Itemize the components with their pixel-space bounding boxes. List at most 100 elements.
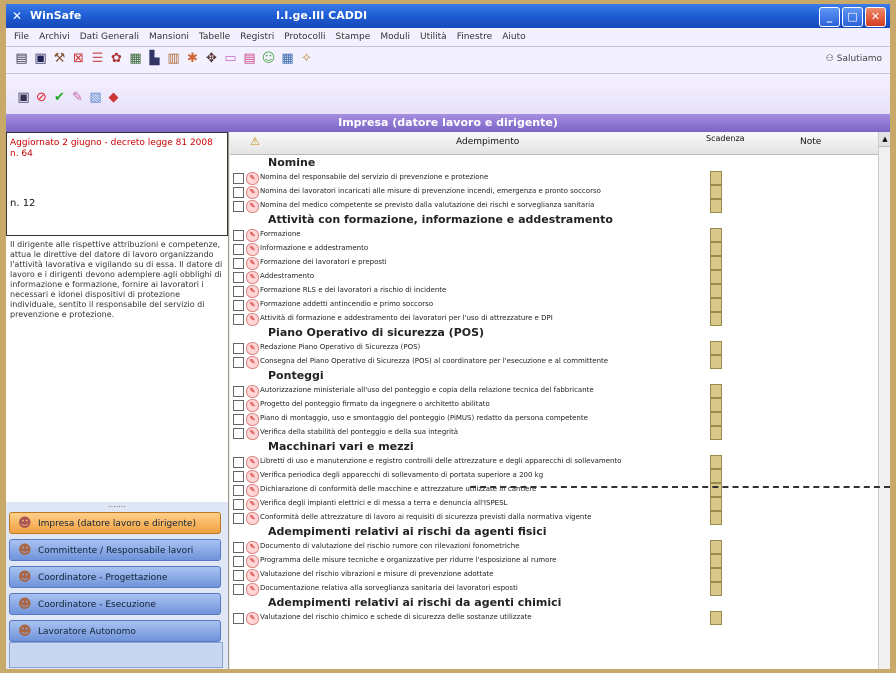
chart-icon[interactable]: ▙ — [147, 51, 162, 66]
document-icon[interactable] — [710, 355, 722, 369]
row-checkbox[interactable] — [233, 542, 244, 553]
stop-icon[interactable]: ⊘ — [34, 90, 49, 105]
checklist-row[interactable]: ✎ Programma delle misure tecniche e organ… — [230, 554, 878, 568]
row-checkbox[interactable] — [233, 357, 244, 368]
row-checkbox[interactable] — [233, 414, 244, 425]
checklist-row[interactable]: ✎ Redazione Piano Operativo di Sicurezza … — [230, 341, 878, 355]
menu-item[interactable]: File — [14, 32, 29, 42]
checklist-row[interactable]: ✎ Verifica periodica degli apparecchi di … — [230, 469, 878, 483]
checklist-row[interactable]: ✎ Nomina dei lavoratori incaricati alle m… — [230, 185, 878, 199]
document-icon[interactable] — [710, 412, 722, 426]
col-scadenza[interactable]: Scadenza — [706, 134, 745, 143]
document-icon[interactable]: ▥ — [166, 51, 181, 66]
document-icon[interactable] — [710, 540, 722, 554]
document-icon[interactable] — [710, 270, 722, 284]
row-checkbox[interactable] — [233, 258, 244, 269]
document-icon[interactable] — [710, 384, 722, 398]
save-icon[interactable]: ▣ — [33, 51, 48, 66]
checklist-row[interactable]: ✎ Verifica degli impianti elettrici e di … — [230, 497, 878, 511]
row-checkbox[interactable] — [233, 457, 244, 468]
checklist-row[interactable]: ✎ Formazione RLS e dei lavoratori a risch… — [230, 284, 878, 298]
row-checkbox[interactable] — [233, 201, 244, 212]
document-icon[interactable] — [710, 298, 722, 312]
col-note[interactable]: Note — [800, 137, 821, 147]
new-document-icon[interactable]: ▤ — [14, 51, 29, 66]
row-checkbox[interactable] — [233, 244, 244, 255]
checklist-row[interactable]: ✎ Autorizzazione ministeriale all'uso del… — [230, 384, 878, 398]
nav-item[interactable]: ☻ Coordinatore - Esecuzione — [9, 593, 221, 615]
row-checkbox[interactable] — [233, 499, 244, 510]
checklist-row[interactable]: ✎ Valutazione del rischio vibrazioni e mi… — [230, 568, 878, 582]
row-checkbox[interactable] — [233, 428, 244, 439]
menu-item[interactable]: Aiuto — [502, 32, 525, 42]
document-icon[interactable] — [710, 242, 722, 256]
close-button[interactable]: ✕ — [865, 7, 886, 27]
checklist-row[interactable]: ✎ Verifica della stabilità del ponteggio … — [230, 426, 878, 440]
row-checkbox[interactable] — [233, 230, 244, 241]
row-checkbox[interactable] — [233, 584, 244, 595]
document-icon[interactable] — [710, 426, 722, 440]
calendar-icon[interactable]: ▤ — [242, 51, 257, 66]
nav-item[interactable]: ☻ Committente / Responsabile lavori — [9, 539, 221, 561]
row-checkbox[interactable] — [233, 286, 244, 297]
menu-item[interactable]: Finestre — [457, 32, 493, 42]
star-icon[interactable]: ✱ — [185, 51, 200, 66]
col-adempimento[interactable]: Adempimento — [456, 137, 519, 147]
move-icon[interactable]: ✥ — [204, 51, 219, 66]
row-checkbox[interactable] — [233, 173, 244, 184]
menu-item[interactable]: Stampe — [336, 32, 371, 42]
checklist-row[interactable]: ✎ Documento di valutazione del rischio ru… — [230, 540, 878, 554]
document-icon[interactable] — [710, 611, 722, 625]
row-checkbox[interactable] — [233, 400, 244, 411]
document-icon[interactable] — [710, 199, 722, 213]
document-icon[interactable] — [710, 228, 722, 242]
checklist-row[interactable]: ✎ Attività di formazione e addestramento … — [230, 312, 878, 326]
row-checkbox[interactable] — [233, 556, 244, 567]
checklist-row[interactable]: ✎ Valutazione del rischio chimico e sched… — [230, 611, 878, 625]
document-icon[interactable] — [710, 582, 722, 596]
checklist-row[interactable]: ✎ Formazione — [230, 228, 878, 242]
print-icon[interactable]: ▣ — [16, 90, 31, 105]
menu-item[interactable]: Moduli — [380, 32, 410, 42]
row-checkbox[interactable] — [233, 513, 244, 524]
document-icon[interactable] — [710, 469, 722, 483]
document-icon[interactable] — [710, 185, 722, 199]
minimize-button[interactable]: _ — [819, 7, 840, 27]
menu-item[interactable]: Dati Generali — [80, 32, 139, 42]
document-icon[interactable] — [710, 568, 722, 582]
row-checkbox[interactable] — [233, 570, 244, 581]
checklist-row[interactable]: ✎ Addestramento — [230, 270, 878, 284]
grid-icon[interactable]: ▦ — [128, 51, 143, 66]
checklist-row[interactable]: ✎ Conformità delle attrezzature di lavoro… — [230, 511, 878, 525]
menu-item[interactable]: Mansioni — [149, 32, 189, 42]
checklist-row[interactable]: ✎ Piano di montaggio, uso e smontaggio de… — [230, 412, 878, 426]
document-icon[interactable] — [710, 256, 722, 270]
checklist-row[interactable]: ✎ Consegna del Piano Operativo di Sicurez… — [230, 355, 878, 369]
row-checkbox[interactable] — [233, 613, 244, 624]
menu-item[interactable]: Tabelle — [199, 32, 230, 42]
checklist-row[interactable]: ✎ Nomina del responsabile del servizio di… — [230, 171, 878, 185]
checklist-row[interactable]: ✎ Progetto del ponteggio firmato da ingeg… — [230, 398, 878, 412]
tools-icon[interactable]: ⚒ — [52, 51, 67, 66]
nav-item[interactable]: ☻ Coordinatore - Progettazione — [9, 566, 221, 588]
row-checkbox[interactable] — [233, 471, 244, 482]
document-icon[interactable] — [710, 171, 722, 185]
list-icon[interactable]: ☰ — [90, 51, 105, 66]
document-icon[interactable] — [710, 455, 722, 469]
row-checkbox[interactable] — [233, 272, 244, 283]
row-checkbox[interactable] — [233, 300, 244, 311]
check-icon[interactable]: ✔ — [52, 90, 67, 105]
settings-icon[interactable]: ✿ — [109, 51, 124, 66]
document-icon[interactable] — [710, 341, 722, 355]
checklist-row[interactable]: ✎ Formazione dei lavoratori e preposti — [230, 256, 878, 270]
document-icon[interactable] — [710, 312, 722, 326]
nav-item[interactable]: ☻ Impresa (datore lavoro e dirigente) — [9, 512, 221, 534]
document-icon[interactable] — [710, 284, 722, 298]
checklist-row[interactable]: ✎ Nomina del medico competente se previst… — [230, 199, 878, 213]
row-checkbox[interactable] — [233, 314, 244, 325]
checklist-row[interactable]: ✎ Documentazione relativa alla sorveglian… — [230, 582, 878, 596]
wand-icon[interactable]: ✧ — [299, 51, 314, 66]
scroll-up-icon[interactable]: ▲ — [879, 132, 890, 147]
vertical-scrollbar[interactable]: ▲ — [878, 132, 890, 669]
people-icon[interactable]: ☺ — [261, 51, 276, 66]
